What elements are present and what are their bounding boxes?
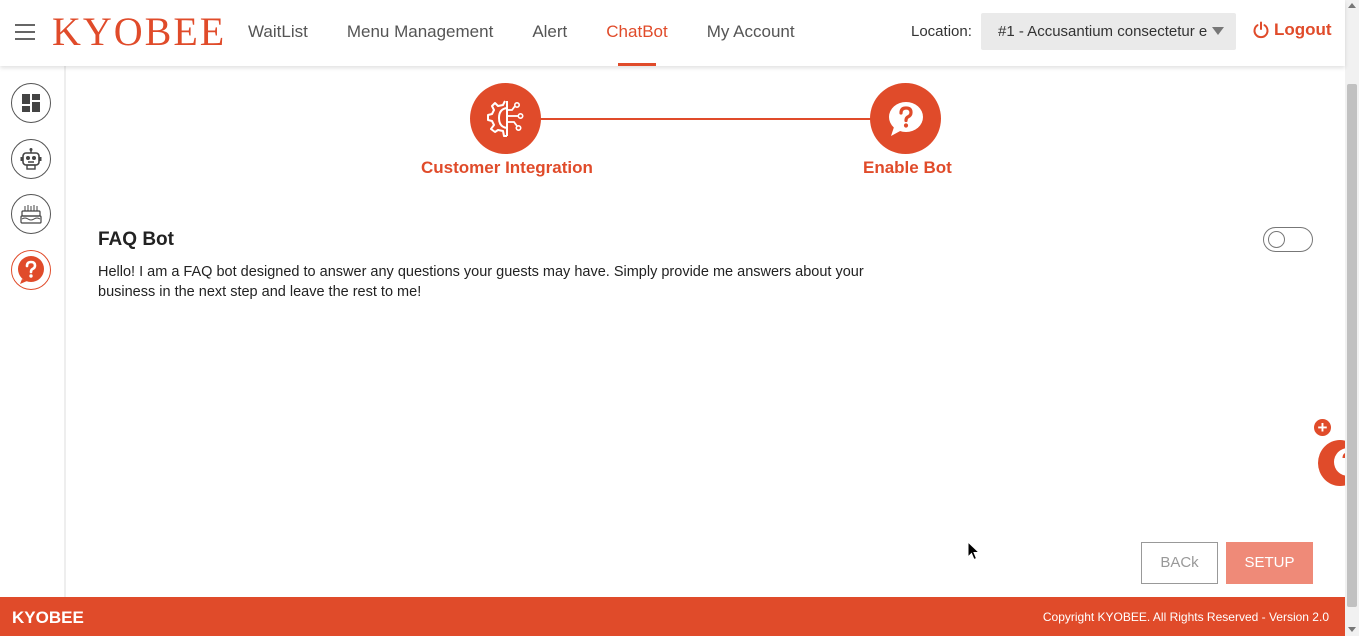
nav-item-alert[interactable]: Alert (532, 0, 567, 66)
power-icon (1253, 21, 1269, 39)
chat-widget-plus-button[interactable]: + (1313, 418, 1332, 437)
step-label-enable-bot: Enable Bot (863, 158, 952, 177)
main-nav: WaitList Menu Management Alert ChatBot M… (248, 0, 834, 66)
scroll-down-arrow-icon[interactable] (1348, 627, 1356, 632)
nav-item-chatbot[interactable]: ChatBot (606, 0, 667, 66)
nav-item-waitlist[interactable]: WaitList (248, 0, 308, 66)
location-select[interactable]: #1 - Accusantium consectetur e (981, 13, 1236, 50)
robot-icon (20, 148, 42, 170)
top-header: KYOBEE WaitList Menu Management Alert Ch… (0, 0, 1345, 66)
nav-item-my-account[interactable]: My Account (707, 0, 795, 66)
step-customer-integration[interactable] (470, 83, 541, 154)
footer-copyright: Copyright KYOBEE. All Rights Reserved - … (1042, 610, 1329, 624)
faq-bot-title: FAQ Bot (98, 229, 174, 250)
chevron-down-icon (1212, 27, 1224, 35)
sidebar-item-dashboard[interactable] (11, 83, 51, 123)
faq-bot-description: Hello! I am a FAQ bot designed to answer… (98, 264, 864, 300)
step-enable-bot[interactable] (870, 83, 941, 154)
nav-item-menu-management[interactable]: Menu Management (347, 0, 493, 66)
integration-icon (486, 100, 523, 137)
sidebar-item-celebration[interactable] (11, 194, 51, 234)
sidebar-item-chatbot[interactable] (11, 139, 51, 179)
faq-bot-toggle[interactable] (1263, 227, 1313, 252)
page-scrollbar[interactable] (1345, 0, 1359, 636)
cake-icon (20, 205, 42, 224)
question-chat-icon (888, 101, 923, 136)
sidebar-item-faq[interactable] (11, 250, 51, 290)
dashboard-icon (22, 94, 40, 112)
scroll-up-arrow-icon[interactable] (1348, 3, 1356, 8)
scrollbar-thumb[interactable] (1347, 84, 1357, 607)
kyobee-logo[interactable]: KYOBEE (52, 10, 226, 54)
back-button[interactable]: BACk (1141, 542, 1218, 584)
faq-question-icon (18, 256, 44, 284)
location-select-value: #1 - Accusantium consectetur e (998, 23, 1208, 40)
page-footer: KYOBEE Copyright KYOBEE. All Rights Rese… (0, 597, 1345, 636)
logout-button[interactable]: Logout (1252, 20, 1332, 40)
left-sidebar (0, 66, 66, 597)
footer-brand: KYOBEE (12, 608, 84, 627)
setup-button[interactable]: SETUP (1226, 542, 1313, 584)
toggle-knob (1268, 231, 1285, 248)
hamburger-menu-icon[interactable] (15, 24, 35, 40)
step-label-customer-integration: Customer Integration (421, 158, 593, 177)
stepper-connector (540, 118, 872, 120)
mouse-cursor-icon (967, 541, 981, 561)
logout-label: Logout (1274, 20, 1332, 39)
location-label: Location: (911, 23, 972, 40)
